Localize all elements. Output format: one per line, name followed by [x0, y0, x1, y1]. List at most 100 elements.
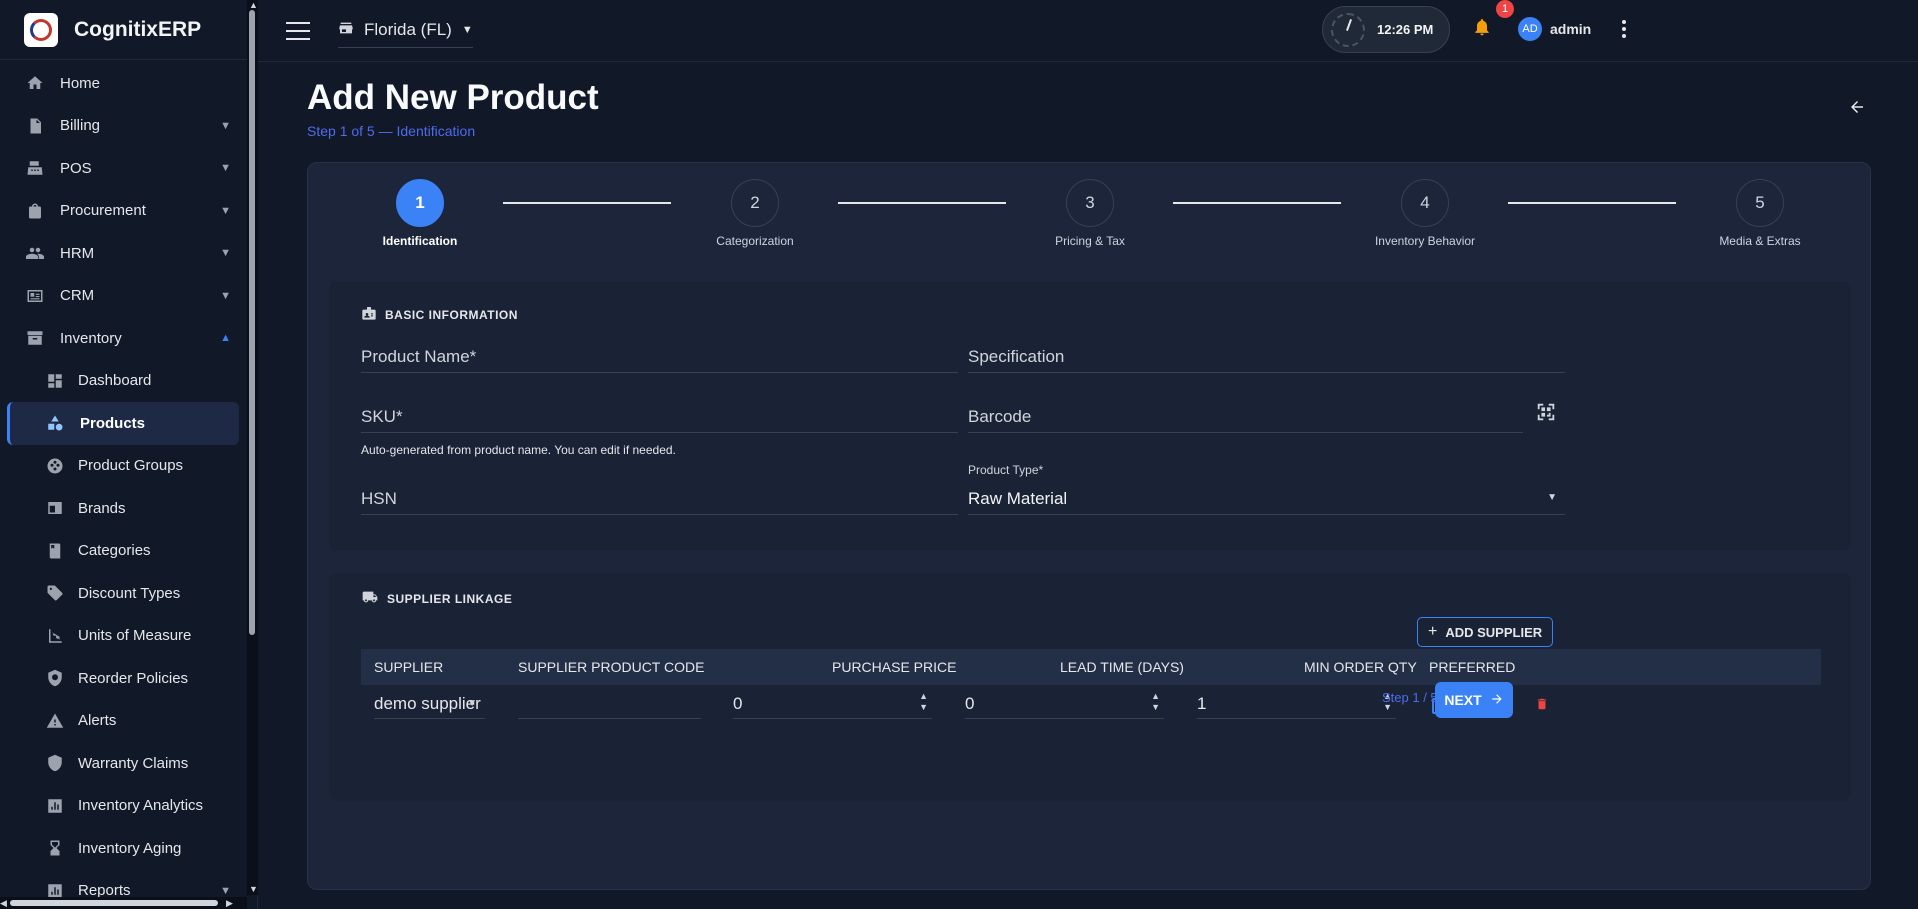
chevron-down-icon: ▼ [461, 24, 473, 36]
sidebar-item-alerts[interactable]: Alerts [0, 700, 257, 743]
products-icon [44, 412, 66, 434]
hourglass-icon [44, 837, 66, 859]
step-label: Identification [382, 234, 458, 248]
product-groups-icon [44, 455, 66, 477]
brand-name: CognitixERP [74, 17, 202, 41]
step-label: Media & Extras [1719, 234, 1801, 248]
product-name-field[interactable]: Product Name* [361, 343, 958, 373]
bell-icon[interactable] [1472, 16, 1492, 44]
analytics-icon [44, 795, 66, 817]
field-label: Product Type* [968, 463, 1044, 477]
sidebar-item-home[interactable]: Home [0, 62, 257, 105]
stepper: 1 Identification 2 Categorization 3 Pric… [308, 179, 1870, 259]
sidebar-item-reorder-policies[interactable]: Reorder Policies [0, 657, 257, 700]
scroll-left-icon[interactable]: ◀ [0, 898, 7, 909]
id-badge-icon [361, 305, 377, 324]
sidebar-item-hrm[interactable]: HRM ▼ [0, 232, 257, 275]
step-number: 5 [1736, 179, 1784, 227]
sidebar-item-procurement[interactable]: Procurement ▼ [0, 190, 257, 233]
ruler-icon [44, 625, 66, 647]
sidebar-item-label: Inventory [60, 329, 122, 347]
sidebar-item-label: Billing [60, 117, 101, 135]
supplier-select[interactable]: demo supplier ▼ [374, 687, 485, 719]
discount-icon [44, 582, 66, 604]
chevron-down-icon: ▼ [220, 162, 231, 175]
sidebar-item-pos[interactable]: POS ▼ [0, 147, 257, 190]
sidebar-item-inventory[interactable]: Inventory ▲ [0, 317, 257, 360]
sku-field[interactable]: SKU* [361, 403, 958, 433]
chevron-down-icon: ▼ [220, 884, 231, 897]
sidebar-item-label: Warranty Claims [78, 754, 189, 772]
sidebar-item-label: Inventory Aging [78, 839, 182, 857]
step-media-extras[interactable]: 5 Media & Extras [1700, 179, 1820, 248]
sidebar-item-product-groups[interactable]: Product Groups [0, 445, 257, 488]
supplier-table-header: SUPPLIER SUPPLIER PRODUCT CODE PURCHASE … [361, 649, 1821, 685]
page-title: Add New Product [307, 78, 599, 117]
sidebar-item-inventory-analytics[interactable]: Inventory Analytics [0, 785, 257, 828]
sidebar-item-inventory-aging[interactable]: Inventory Aging [0, 827, 257, 870]
menu-icon[interactable] [286, 21, 310, 40]
min-order-qty-input[interactable]: 1 ▲ ▼ [1197, 687, 1396, 719]
scroll-down-icon[interactable]: ▼ [249, 884, 258, 894]
column-header: SUPPLIER PRODUCT CODE [518, 659, 705, 675]
more-options-icon[interactable] [1622, 20, 1626, 38]
scrollbar-thumb[interactable] [10, 900, 218, 906]
sidebar-scrollbar[interactable]: ▲ ▼ [247, 0, 258, 895]
sidebar-nav: Home Billing ▼ POS ▼ Procurement ▼ HRM ▼… [0, 60, 257, 909]
hsn-field[interactable]: HSN [361, 485, 958, 515]
supplier-product-code-input[interactable] [518, 687, 701, 719]
sidebar-item-discount-types[interactable]: Discount Types [0, 572, 257, 615]
sku-helper-text: Auto-generated from product name. You ca… [361, 443, 676, 457]
specification-field[interactable]: Specification [968, 343, 1565, 373]
brand[interactable]: CognitixERP [0, 0, 257, 60]
alert-icon [44, 710, 66, 732]
sidebar-item-units-of-measure[interactable]: Units of Measure [0, 615, 257, 658]
chevron-down-icon: ▼ [220, 204, 231, 217]
sidebar-item-brands[interactable]: Brands [0, 487, 257, 530]
sidebar-item-products[interactable]: Products [7, 402, 239, 445]
step-connector [503, 202, 671, 204]
delete-icon[interactable] [1535, 696, 1549, 716]
next-button[interactable]: NEXT [1435, 682, 1513, 718]
step-identification[interactable]: 1 Identification [360, 179, 480, 248]
scroll-up-icon[interactable]: ▲ [249, 0, 258, 10]
plus-icon: + [1428, 623, 1438, 640]
barcode-field[interactable]: Barcode [968, 403, 1523, 433]
sidebar-item-warranty-claims[interactable]: Warranty Claims [0, 742, 257, 785]
add-supplier-button[interactable]: + ADD SUPPLIER [1417, 617, 1554, 647]
step-connector [838, 202, 1006, 204]
shield-icon [44, 752, 66, 774]
lead-time-input[interactable]: 0 ▲ ▼ [965, 687, 1164, 719]
section-heading: BASIC INFORMATION [361, 305, 518, 324]
clock-widget: 12:26 PM [1322, 6, 1450, 53]
step-number: 4 [1401, 179, 1449, 227]
product-form-card: 1 Identification 2 Categorization 3 Pric… [307, 162, 1871, 890]
store-selector[interactable]: Florida (FL) ▼ [338, 14, 473, 48]
notification-badge: 1 [1496, 0, 1514, 18]
barcode-scan-icon[interactable] [1535, 401, 1557, 427]
back-arrow-icon[interactable] [1848, 98, 1866, 121]
stepper-arrows-icon[interactable]: ▲ ▼ [1151, 691, 1160, 713]
field-label: Specification [968, 347, 1065, 366]
step-inventory-behavior[interactable]: 4 Inventory Behavior [1365, 179, 1485, 248]
scrollbar-thumb[interactable] [249, 10, 255, 635]
purchase-price-input[interactable]: 0 ▲ ▼ [733, 687, 932, 719]
field-label: SKU* [361, 407, 403, 426]
hrm-icon [24, 242, 46, 264]
sidebar-item-dashboard[interactable]: Dashboard [0, 360, 257, 403]
user-menu[interactable]: AD admin [1518, 17, 1591, 41]
sidebar-item-label: Units of Measure [78, 627, 192, 645]
column-header: LEAD TIME (DAYS) [1060, 659, 1184, 675]
sidebar-item-categories[interactable]: Categories [0, 530, 257, 573]
sidebar-item-billing[interactable]: Billing ▼ [0, 105, 257, 148]
store-name: Florida (FL) [364, 20, 452, 39]
chevron-up-icon: ▲ [220, 332, 231, 345]
product-type-select[interactable]: Product Type* Raw Material ▼ [968, 463, 1565, 515]
sidebar-item-crm[interactable]: CRM ▼ [0, 275, 257, 318]
scroll-right-icon[interactable]: ▶ [226, 898, 233, 909]
step-pricing-tax[interactable]: 3 Pricing & Tax [1030, 179, 1150, 248]
store-icon [338, 20, 354, 41]
sidebar-horizontal-scrollbar[interactable]: ◀ ▶ [0, 897, 247, 909]
stepper-arrows-icon[interactable]: ▲ ▼ [919, 691, 928, 713]
step-categorization[interactable]: 2 Categorization [695, 179, 815, 248]
